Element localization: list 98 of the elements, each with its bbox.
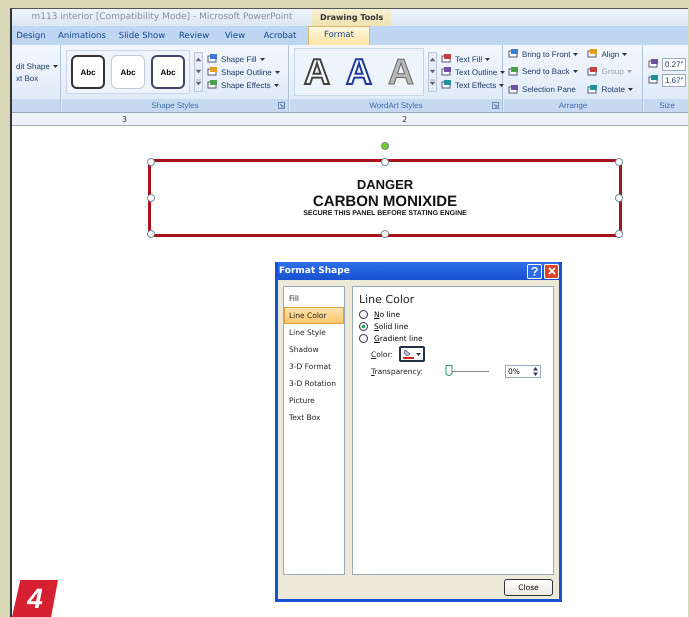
gallery-scroll-icon[interactable] [428,52,437,92]
dropdown-caret-icon [573,52,578,56]
tool-icon [648,59,659,69]
command-label: Send to Back [522,67,570,76]
ribbon-command[interactable]: Text Fill [441,54,506,64]
dropdown-caret-icon [274,84,279,86]
ribbon-tab[interactable]: Animations [50,28,114,45]
tool-icon [508,84,519,95]
ribbon-command[interactable]: Rotate [587,84,638,95]
tool-icon [207,67,218,77]
ribbon-command[interactable]: Shape Effects [207,80,280,90]
ribbon-command[interactable]: Text Outline [441,67,506,77]
dropdown-caret-icon [499,84,504,86]
resize-handle[interactable] [147,194,155,202]
radio-button[interactable] [359,334,368,343]
gallery-scroll-icon[interactable] [194,52,203,92]
radio-button[interactable] [359,310,368,319]
ribbon-command[interactable]: Shape Fill [207,54,280,64]
size-field[interactable]: 0.27" [662,58,686,70]
ribbon-command[interactable]: Selection Pane [508,84,584,95]
group-label: WordArt Styles [369,101,423,110]
ribbon-command[interactable]: Send to Back [508,66,584,77]
resize-handle[interactable] [615,230,623,238]
dropdown-caret-icon [485,58,490,60]
group-label-bar [12,99,60,112]
dropdown-caret-icon [416,352,421,356]
command-label: Rotate [601,85,626,94]
shape-text: CARBON MONIXIDE [312,192,458,210]
help-icon [531,266,538,276]
group-label: Size [659,101,675,110]
ribbon-tab[interactable]: Format [308,26,370,45]
command-label: Shape Fill [221,54,257,64]
command-label: Text Outline [455,68,498,76]
slider-thumb[interactable] [446,365,452,376]
ribbon-command[interactable]: Shape Outline [207,67,280,77]
ruler-number: 2 [402,114,408,124]
ribbon-command[interactable]: Align [587,49,638,60]
spin-arrows-icon [533,367,538,376]
command-label: Text Effects [455,80,496,90]
command-label: Align [601,50,620,59]
tool-icon [508,66,519,77]
contextual-tab-group: Drawing Tools [312,9,392,26]
window-title: m113 interior [Compatibility Mode] - Microsoft PowerPoint [30,11,294,24]
close-icon [548,267,556,275]
radio-button[interactable] [359,322,368,331]
dropdown-caret-icon [626,70,632,74]
dropdown-caret-icon [52,64,58,68]
panel-heading: Line Color [359,293,416,306]
tool-icon [441,67,452,77]
shape-text: DANGER [356,178,414,193]
rotation-handle[interactable] [381,142,389,150]
resize-handle[interactable] [147,230,155,238]
resize-handle[interactable] [615,194,623,202]
resize-handle[interactable] [147,158,155,166]
command-label: Shape Effects [221,80,271,90]
dropdown-caret-icon [500,70,506,74]
tool-icon [441,80,452,90]
ribbon-tab[interactable]: Review [170,28,218,45]
ribbon-tab[interactable]: Slide Show [114,28,170,45]
resize-handle[interactable] [381,230,389,238]
dropdown-caret-icon [572,70,578,74]
ribbon-tab[interactable]: Design [12,28,50,45]
tool-icon [441,54,452,64]
dropdown-caret-icon [628,88,634,92]
command-label: Shape Outline [221,68,272,76]
ribbon-command[interactable]: dit Shape [16,62,58,70]
dropdown-caret-icon [274,70,280,74]
color-picker-button[interactable] [399,346,425,362]
dropdown-caret-icon [622,52,628,56]
dialog-title: Format Shape [279,266,351,276]
tool-icon [587,66,598,77]
shape-style-swatch[interactable]: Abc [71,55,105,89]
resize-handle[interactable] [381,158,389,166]
help-button[interactable] [527,264,542,278]
ribbon-command[interactable]: Bring to Front [508,49,584,60]
resize-handle[interactable] [615,158,623,166]
command-label: Text Fill [455,54,482,64]
command-label: Group [601,67,624,76]
command-label: Selection Pane [522,85,576,94]
tool-icon [648,75,659,85]
shape-style-swatch[interactable]: Abc [111,55,145,89]
tool-icon [508,49,519,60]
tool-icon [207,54,218,64]
ribbon-tab[interactable]: View [218,28,252,45]
command-label: Bring to Front [522,50,570,59]
close-button[interactable] [544,264,559,278]
tool-icon [587,84,598,95]
tool-icon [587,49,598,60]
ribbon-command[interactable]: Text Effects [441,80,506,90]
ribbon-command[interactable]: xt Box [16,74,58,82]
dropdown-caret-icon [260,58,265,60]
tool-icon [207,80,218,90]
group-label: Shape Styles [151,101,199,110]
size-field[interactable]: 1.67" [662,74,686,86]
group-label: Arrange [558,101,588,110]
shape-style-swatch[interactable]: Abc [151,55,185,89]
ribbon-tab[interactable]: Acrobat [252,28,308,45]
ruler-number: 3 [122,114,128,124]
